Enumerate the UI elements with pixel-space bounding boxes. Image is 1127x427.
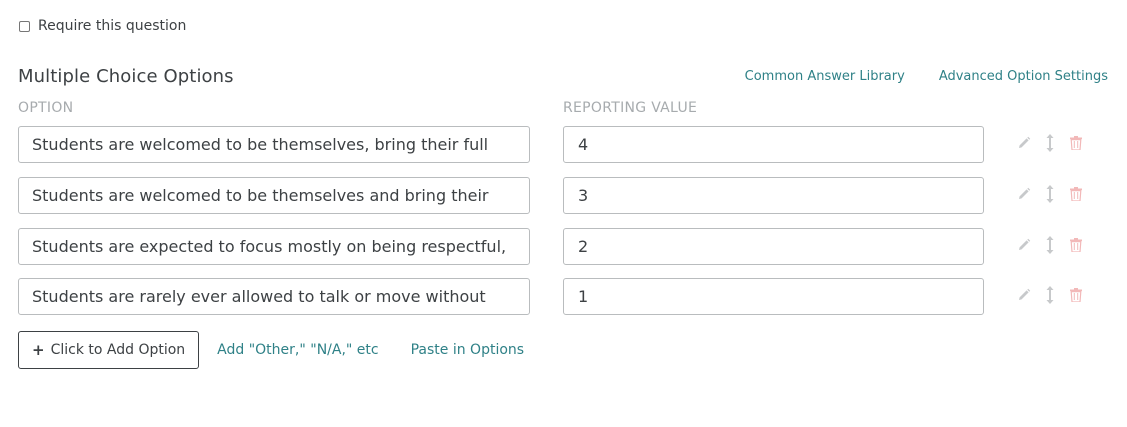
trash-icon[interactable] <box>1069 286 1083 304</box>
option-text-value: Students are rarely ever allowed to talk… <box>32 287 486 314</box>
trash-icon[interactable] <box>1069 236 1083 254</box>
plus-icon: + <box>32 341 45 359</box>
require-question-checkbox[interactable] <box>19 20 30 32</box>
option-text-value: Students are welcomed to be themselves, … <box>32 135 506 162</box>
reorder-icon[interactable] <box>1043 134 1057 152</box>
row-actions <box>1017 134 1083 152</box>
pencil-icon[interactable] <box>1017 134 1031 152</box>
reporting-value-input[interactable]: 4 <box>563 126 984 163</box>
option-text-input[interactable]: Students are expected to focus mostly on… <box>18 228 530 265</box>
section-links: Common Answer Library Advanced Option Se… <box>745 69 1108 84</box>
option-text-value: Students are welcomed to be themselves a… <box>32 186 489 213</box>
pencil-icon[interactable] <box>1017 236 1031 254</box>
reporting-value-input[interactable]: 3 <box>563 177 984 214</box>
advanced-option-settings-link[interactable]: Advanced Option Settings <box>939 69 1108 84</box>
pencil-icon[interactable] <box>1017 185 1031 203</box>
reporting-value-column-header: REPORTING VALUE <box>563 100 698 116</box>
reporting-value-input[interactable]: 1 <box>563 278 984 315</box>
add-option-button[interactable]: + Click to Add Option <box>18 331 200 369</box>
option-text-input[interactable]: Students are welcomed to be themselves a… <box>18 177 530 214</box>
require-question-row[interactable]: Require this question <box>18 18 186 34</box>
add-option-label: Click to Add Option <box>50 342 186 358</box>
row-actions <box>1017 286 1083 304</box>
reporting-value-input[interactable]: 2 <box>563 228 984 265</box>
option-row: Students are welcomed to be themselves a… <box>18 177 1108 214</box>
reorder-icon[interactable] <box>1043 185 1057 203</box>
reorder-icon[interactable] <box>1043 236 1057 254</box>
option-text-input[interactable]: Students are rarely ever allowed to talk… <box>18 278 530 315</box>
row-actions <box>1017 236 1083 254</box>
trash-icon[interactable] <box>1069 185 1083 203</box>
option-actions: + Click to Add Option Add "Other," "N/A,… <box>18 331 524 369</box>
option-text-input[interactable]: Students are welcomed to be themselves, … <box>18 126 530 163</box>
reorder-icon[interactable] <box>1043 286 1057 304</box>
pencil-icon[interactable] <box>1017 286 1031 304</box>
paste-options-link[interactable]: Paste in Options <box>411 342 524 358</box>
row-actions <box>1017 185 1083 203</box>
common-answer-library-link[interactable]: Common Answer Library <box>745 69 905 84</box>
add-other-link[interactable]: Add "Other," "N/A," etc <box>217 342 378 358</box>
option-row: Students are welcomed to be themselves, … <box>18 126 1108 163</box>
option-text-value: Students are expected to focus mostly on… <box>32 237 511 264</box>
require-question-label[interactable]: Require this question <box>38 18 186 34</box>
option-row: Students are rarely ever allowed to talk… <box>18 278 1108 315</box>
option-column-header: OPTION <box>18 100 74 116</box>
section-title: Multiple Choice Options <box>18 66 234 87</box>
option-row: Students are expected to focus mostly on… <box>18 228 1108 265</box>
trash-icon[interactable] <box>1069 134 1083 152</box>
